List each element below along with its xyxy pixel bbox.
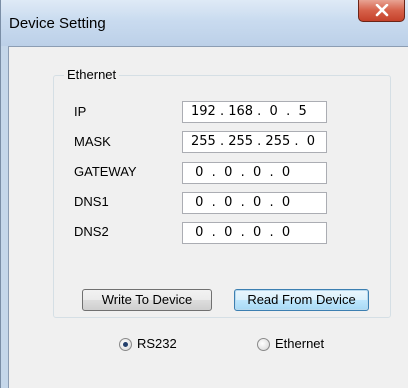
radio-rs232-indicator[interactable] [119, 338, 132, 351]
dns2-label: DNS2 [74, 224, 109, 239]
ethernet-group-label: Ethernet [64, 67, 120, 82]
close-button[interactable] [358, 0, 405, 22]
mask-label: MASK [74, 134, 111, 149]
read-from-device-button[interactable]: Read From Device [234, 289, 369, 311]
mask-field[interactable]: 255 . 255 . 255 . 0 [182, 131, 327, 153]
close-icon [375, 4, 389, 17]
write-to-device-button[interactable]: Write To Device [82, 289, 212, 311]
ip-address-field[interactable]: 192 . 168 . 0 . 5 [182, 101, 327, 123]
device-setting-window: Device Setting Ethernet IP 192 . 168 . 0… [0, 0, 408, 388]
ethernet-groupbox: Ethernet IP 192 . 168 . 0 . 5 MASK 255 .… [53, 67, 391, 318]
ip-label: IP [74, 104, 87, 119]
radio-rs232-label[interactable]: RS232 [137, 336, 177, 351]
dialog-client-area: Ethernet IP 192 . 168 . 0 . 5 MASK 255 .… [8, 46, 408, 388]
title-bar[interactable]: Device Setting [1, 0, 408, 46]
window-title: Device Setting [9, 15, 106, 32]
dns1-label: DNS1 [74, 194, 109, 209]
radio-ethernet-label[interactable]: Ethernet [275, 336, 324, 351]
dns2-field[interactable]: 0 . 0 . 0 . 0 [182, 222, 327, 244]
dns1-field[interactable]: 0 . 0 . 0 . 0 [182, 192, 327, 214]
radio-ethernet-indicator[interactable] [257, 338, 270, 351]
radio-selected-dot [123, 342, 128, 347]
gateway-label: GATEWAY [74, 164, 137, 179]
gateway-field[interactable]: 0 . 0 . 0 . 0 [182, 162, 327, 184]
